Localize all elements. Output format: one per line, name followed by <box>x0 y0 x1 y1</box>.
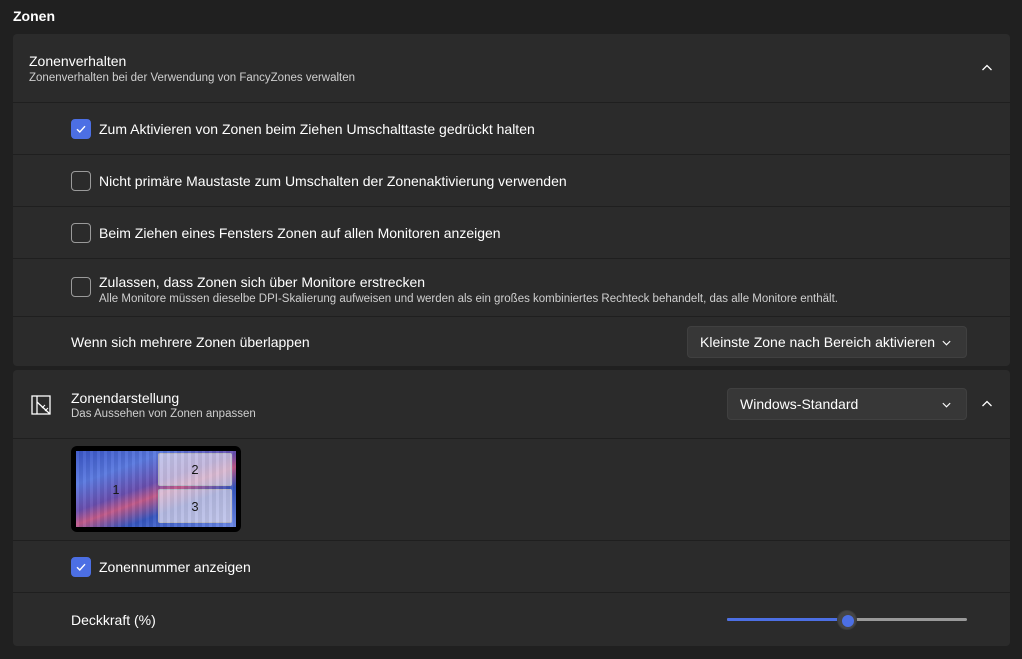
zone-appearance-title: Zonendarstellung <box>71 390 180 406</box>
span-monitors-checkbox[interactable] <box>71 277 91 297</box>
option-row: Zulassen, dass Zonen sich über Monitore … <box>13 258 1010 316</box>
opacity-row: Deckkraft (%) <box>13 592 1010 646</box>
option-label: Nicht primäre Maustaste zum Umschalten d… <box>99 173 567 189</box>
overlap-label: Wenn sich mehrere Zonen überlappen <box>71 334 310 350</box>
fancyzones-settings-page: Zonen Zonenverhalten Zonenverhalten bei … <box>0 0 1022 659</box>
chevron-down-icon <box>942 402 951 408</box>
chevron-down-icon <box>942 340 951 346</box>
zone-behavior-subtitle: Zonenverhalten bei der Verwendung von Fa… <box>29 72 356 84</box>
zone-appearance-header[interactable]: Zonendarstellung Das Aussehen von Zonen … <box>13 370 1010 438</box>
option-label: Zum Aktivieren von Zonen beim Ziehen Ums… <box>99 121 535 137</box>
theme-dropdown[interactable]: Windows-Standard <box>727 388 967 420</box>
zone-behavior-title: Zonenverhalten <box>29 53 127 69</box>
collapse-appearance-button[interactable] <box>971 388 1003 420</box>
option-label: Beim Ziehen eines Fensters Zonen auf all… <box>99 225 501 241</box>
zone-preview: 1 2 3 <box>71 446 241 532</box>
show-numbers-row: Zonennummer anzeigen <box>13 540 1010 592</box>
section-title: Zonen <box>13 8 55 24</box>
option-row: Beim Ziehen eines Fensters Zonen auf all… <box>13 206 1010 258</box>
chevron-up-icon <box>982 64 992 71</box>
opacity-slider[interactable] <box>727 610 967 630</box>
zone-2: 2 <box>158 453 232 486</box>
slider-fill <box>727 618 847 621</box>
zone-1: 1 <box>112 481 120 497</box>
checkmark-icon <box>76 125 86 134</box>
show-zone-numbers-checkbox[interactable] <box>71 557 91 577</box>
zone-preview-row: 1 2 3 <box>13 438 1010 540</box>
wallpaper-preview: 1 2 3 <box>76 451 236 527</box>
show-zone-numbers-label: Zonennummer anzeigen <box>99 559 251 575</box>
option-description: Alle Monitore müssen dieselbe DPI-Skalie… <box>99 293 838 305</box>
chevron-up-icon <box>982 400 992 407</box>
shift-drag-checkbox[interactable] <box>71 119 91 139</box>
checkmark-icon <box>76 563 86 572</box>
theme-dropdown-value: Windows-Standard <box>740 396 859 412</box>
overlap-dropdown[interactable]: Kleinste Zone nach Bereich aktivieren <box>687 326 967 358</box>
zone-behavior-header[interactable]: Zonenverhalten Zonenverhalten bei der Ve… <box>13 34 1010 102</box>
zone-appearance-subtitle: Das Aussehen von Zonen anpassen <box>71 408 256 420</box>
collapse-behavior-button[interactable] <box>971 52 1003 84</box>
option-row: Nicht primäre Maustaste zum Umschalten d… <box>13 154 1010 206</box>
option-label: Zulassen, dass Zonen sich über Monitore … <box>99 274 426 290</box>
overlap-dropdown-value: Kleinste Zone nach Bereich aktivieren <box>700 334 936 350</box>
zone-3: 3 <box>158 489 232 523</box>
opacity-label: Deckkraft (%) <box>71 612 156 628</box>
show-all-monitors-checkbox[interactable] <box>71 223 91 243</box>
zone-behavior-card: Zonenverhalten Zonenverhalten bei der Ve… <box>13 34 1010 366</box>
non-primary-mouse-checkbox[interactable] <box>71 171 91 191</box>
slider-thumb[interactable] <box>837 610 857 630</box>
overlap-row: Wenn sich mehrere Zonen überlappen Klein… <box>13 316 1010 366</box>
zone-layout-icon <box>31 395 51 415</box>
zone-appearance-card: Zonendarstellung Das Aussehen von Zonen … <box>13 370 1010 646</box>
option-row: Zum Aktivieren von Zonen beim Ziehen Ums… <box>13 102 1010 154</box>
